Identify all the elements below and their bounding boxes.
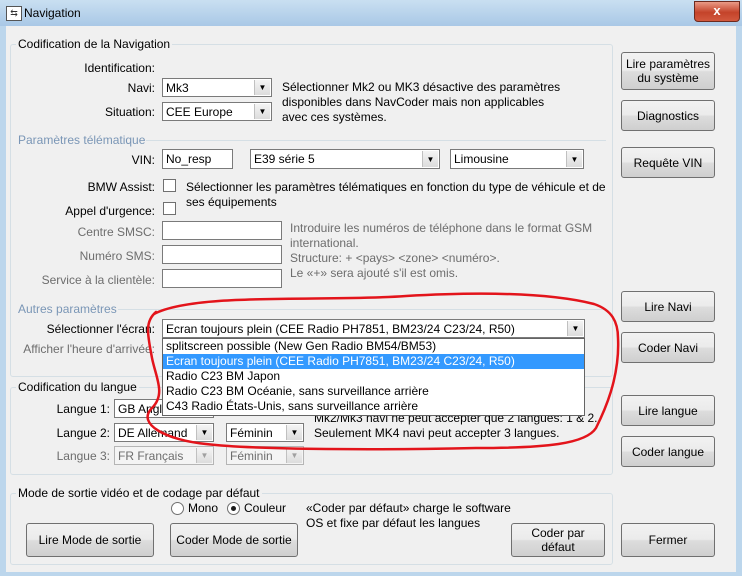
dialog-client-area: Codification de la Navigation Identifica… [6, 26, 736, 572]
window-close-button[interactable]: x [694, 1, 740, 22]
title-bar: ⇆ Navigation x [0, 0, 742, 26]
red-annotation-outline [146, 292, 620, 451]
window-title: Navigation [24, 6, 81, 20]
app-window-icon: ⇆ [6, 6, 22, 21]
red-annotation-loop [146, 292, 620, 451]
